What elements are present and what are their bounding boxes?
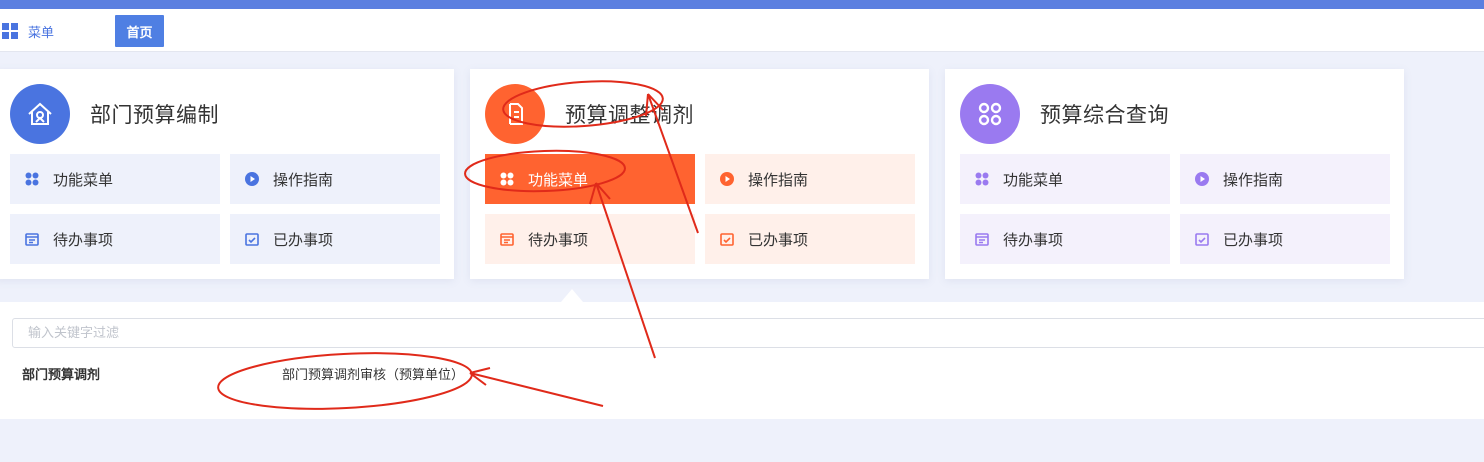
tile-label: 待办事项 (528, 230, 589, 249)
tile-operation-guide[interactable]: 操作指南 (230, 154, 440, 204)
tile-label: 待办事项 (53, 230, 114, 249)
card-title: 预算调整调剂 (565, 103, 694, 127)
menu-item-adjustment-review[interactable]: 部门预算调剂审核（预算单位） (282, 364, 464, 383)
tile-label: 功能菜单 (53, 170, 114, 189)
tab-home[interactable]: 首页 (115, 15, 164, 47)
card-budget-adjustment: 预算调整调剂 功能菜单 操作指南 待办事项 已办事项 (470, 69, 929, 279)
tile-done[interactable]: 已办事项 (705, 214, 915, 264)
building-icon (10, 84, 70, 144)
tile-function-menu[interactable]: 功能菜单 (10, 154, 220, 204)
tile-label: 操作指南 (748, 170, 809, 189)
tile-function-menu[interactable]: 功能菜单 (485, 154, 695, 204)
filter-input[interactable] (12, 318, 1484, 348)
adjust-icon (485, 84, 545, 144)
calendar-check-icon (1195, 232, 1209, 246)
card-budget-preparation: 部门预算编制 功能菜单 操作指南 待办事项 已办事项 (0, 69, 454, 279)
calendar-check-icon (720, 232, 734, 246)
menu-group-title: 部门预算调剂 (22, 368, 101, 383)
calendar-check-icon (245, 232, 259, 246)
card-title: 预算综合查询 (1040, 103, 1169, 127)
tile-done[interactable]: 已办事项 (1180, 214, 1390, 264)
tile-todo[interactable]: 待办事项 (960, 214, 1170, 264)
four-circles-icon (960, 84, 1020, 144)
play-icon (1195, 172, 1209, 186)
calendar-list-icon (500, 232, 514, 246)
play-icon (720, 172, 734, 186)
top-navbar: 菜单 首页 (0, 9, 1484, 52)
tile-done[interactable]: 已办事项 (230, 214, 440, 264)
tile-operation-guide[interactable]: 操作指南 (705, 154, 915, 204)
tile-label: 已办事项 (748, 230, 809, 249)
calendar-list-icon (975, 232, 989, 246)
tile-label: 已办事项 (273, 230, 334, 249)
menu-toggle[interactable]: 菜单 (2, 21, 54, 41)
calendar-list-icon (25, 232, 39, 246)
tile-operation-guide[interactable]: 操作指南 (1180, 154, 1390, 204)
tile-function-menu[interactable]: 功能菜单 (960, 154, 1170, 204)
tile-label: 待办事项 (1003, 230, 1064, 249)
tile-label: 操作指南 (273, 170, 334, 189)
top-accent-bar (0, 0, 1484, 9)
petal-menu-icon (975, 172, 989, 186)
tile-label: 已办事项 (1223, 230, 1284, 249)
tile-label: 操作指南 (1223, 170, 1284, 189)
tile-label: 功能菜单 (1003, 170, 1064, 189)
card-budget-query: 预算综合查询 功能菜单 操作指南 待办事项 已办事项 (945, 69, 1404, 279)
dropdown-pointer (561, 289, 583, 302)
tile-todo[interactable]: 待办事项 (10, 214, 220, 264)
petal-menu-icon (25, 172, 39, 186)
play-icon (245, 172, 259, 186)
function-menu-panel: 部门预算调剂 部门预算调剂审核（预算单位） (0, 302, 1484, 419)
grid-menu-icon (2, 23, 18, 39)
petal-menu-icon (500, 172, 514, 186)
tile-label: 功能菜单 (528, 170, 589, 189)
card-title: 部门预算编制 (90, 103, 219, 127)
tile-todo[interactable]: 待办事项 (485, 214, 695, 264)
menu-label: 菜单 (28, 25, 55, 41)
